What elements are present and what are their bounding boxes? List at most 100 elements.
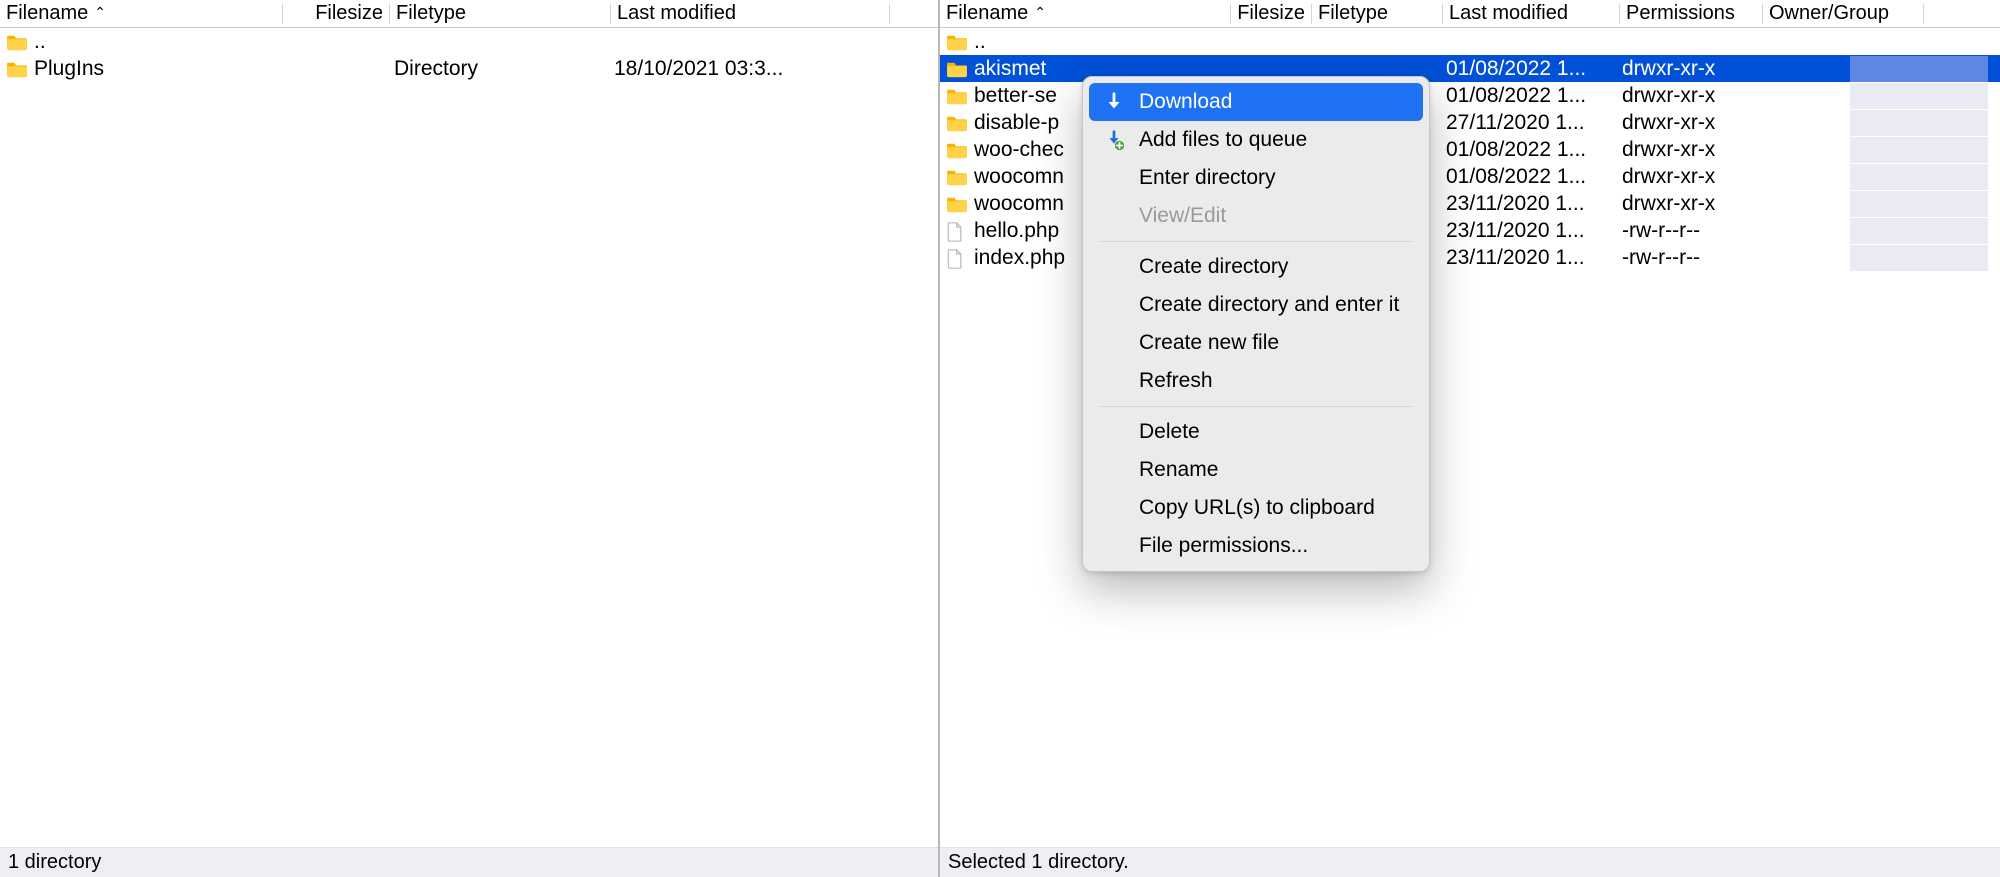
file-row[interactable]: .. bbox=[940, 28, 2000, 55]
col-label: Owner/Group bbox=[1769, 2, 1889, 25]
filename-text: woocomn bbox=[974, 192, 1064, 216]
menu-item-label: Enter directory bbox=[1139, 166, 1276, 190]
filename-text: PlugIns bbox=[34, 57, 104, 81]
folder-icon bbox=[946, 168, 968, 186]
remote-header: Filename ⌃ Filesize Filetype Last modifi… bbox=[940, 0, 2000, 28]
filename-text: disable-p bbox=[974, 111, 1059, 135]
owner-placeholder bbox=[1850, 110, 1988, 136]
local-file-list[interactable]: ..PlugInsDirectory18/10/2021 03:3... bbox=[0, 28, 938, 847]
menu-item-label: Download bbox=[1139, 90, 1232, 114]
filename-text: woo-chec bbox=[974, 138, 1064, 162]
col-label: Filename bbox=[946, 2, 1028, 25]
menu-item-file-permissions[interactable]: File permissions... bbox=[1083, 527, 1429, 565]
menu-item-label: Rename bbox=[1139, 458, 1218, 482]
owner-placeholder bbox=[1850, 83, 1988, 109]
col-filename[interactable]: Filename ⌃ bbox=[0, 0, 282, 27]
local-statusbar: 1 directory bbox=[0, 847, 938, 877]
local-pane: Filename ⌃ Filesize Filetype Last modifi… bbox=[0, 0, 940, 877]
folder-icon bbox=[6, 60, 28, 78]
menu-item-delete[interactable]: Delete bbox=[1083, 413, 1429, 451]
cell-permissions: drwxr-xr-x bbox=[1616, 111, 1758, 135]
status-text: Selected 1 directory. bbox=[948, 851, 1129, 874]
cell-permissions: drwxr-xr-x bbox=[1616, 138, 1758, 162]
col-filesize[interactable]: Filesize bbox=[1231, 0, 1311, 27]
owner-placeholder bbox=[1850, 191, 1988, 217]
sort-caret-icon: ⌃ bbox=[94, 4, 106, 21]
menu-item-rename[interactable]: Rename bbox=[1083, 451, 1429, 489]
filename-text: .. bbox=[34, 30, 46, 54]
cell-permissions: drwxr-xr-x bbox=[1616, 84, 1758, 108]
menu-item-label: Create new file bbox=[1139, 331, 1279, 355]
cell-permissions: drwxr-xr-x bbox=[1616, 165, 1758, 189]
file-icon bbox=[946, 222, 968, 240]
filename-text: woocomn bbox=[974, 165, 1064, 189]
file-row[interactable]: PlugInsDirectory18/10/2021 03:3... bbox=[0, 55, 938, 82]
download-icon bbox=[1103, 91, 1125, 113]
cell-modified: 18/10/2021 03:3... bbox=[608, 57, 886, 81]
folder-icon bbox=[946, 33, 968, 51]
col-separator[interactable] bbox=[1923, 4, 1924, 24]
menu-item-enter-directory[interactable]: Enter directory bbox=[1083, 159, 1429, 197]
col-filetype[interactable]: Filetype bbox=[1312, 0, 1442, 27]
menu-item-refresh[interactable]: Refresh bbox=[1083, 362, 1429, 400]
cell-filename: .. bbox=[940, 30, 1230, 54]
col-filetype[interactable]: Filetype bbox=[390, 0, 610, 27]
cell-permissions: drwxr-xr-x bbox=[1616, 57, 1758, 81]
col-label: Last modified bbox=[1449, 2, 1568, 25]
filename-text: akismet bbox=[974, 57, 1046, 81]
remote-statusbar: Selected 1 directory. bbox=[940, 847, 2000, 877]
col-modified[interactable]: Last modified bbox=[1443, 0, 1619, 27]
col-label: Last modified bbox=[617, 2, 736, 25]
owner-placeholder bbox=[1850, 218, 1988, 244]
filename-text: index.php bbox=[974, 246, 1065, 270]
menu-item-download[interactable]: Download bbox=[1089, 83, 1423, 121]
cell-modified: 23/11/2020 1... bbox=[1440, 192, 1616, 216]
menu-separator bbox=[1099, 406, 1413, 407]
owner-placeholder bbox=[1850, 137, 1988, 163]
add-to-queue-icon bbox=[1103, 129, 1125, 151]
col-label: Filesize bbox=[315, 2, 383, 25]
col-owner-group[interactable]: Owner/Group bbox=[1763, 0, 1923, 27]
menu-item-view-edit: View/Edit bbox=[1083, 197, 1429, 235]
cell-filename: .. bbox=[0, 30, 282, 54]
col-modified[interactable]: Last modified bbox=[611, 0, 889, 27]
col-label: Filename bbox=[6, 2, 88, 25]
cell-filename: PlugIns bbox=[0, 57, 282, 81]
cell-modified: 01/08/2022 1... bbox=[1440, 165, 1616, 189]
menu-item-create-new-file[interactable]: Create new file bbox=[1083, 324, 1429, 362]
cell-modified: 01/08/2022 1... bbox=[1440, 84, 1616, 108]
menu-item-label: Refresh bbox=[1139, 369, 1213, 393]
cell-modified: 23/11/2020 1... bbox=[1440, 219, 1616, 243]
col-filename[interactable]: Filename ⌃ bbox=[940, 0, 1230, 27]
filename-text: hello.php bbox=[974, 219, 1059, 243]
file-row[interactable]: .. bbox=[0, 28, 938, 55]
col-filesize[interactable]: Filesize bbox=[283, 0, 389, 27]
cell-modified: 01/08/2022 1... bbox=[1440, 138, 1616, 162]
cell-modified: 23/11/2020 1... bbox=[1440, 246, 1616, 270]
col-separator[interactable] bbox=[889, 4, 890, 24]
menu-item-label: Copy URL(s) to clipboard bbox=[1139, 496, 1375, 520]
col-label: Filetype bbox=[1318, 2, 1388, 25]
cell-modified: 27/11/2020 1... bbox=[1440, 111, 1616, 135]
menu-item-copy-url-s-to-clipboard[interactable]: Copy URL(s) to clipboard bbox=[1083, 489, 1429, 527]
menu-item-create-directory[interactable]: Create directory bbox=[1083, 248, 1429, 286]
owner-placeholder bbox=[1850, 56, 1988, 82]
menu-item-add-files-to-queue[interactable]: Add files to queue bbox=[1083, 121, 1429, 159]
status-text: 1 directory bbox=[8, 851, 101, 874]
folder-icon bbox=[946, 60, 968, 78]
file-icon bbox=[946, 249, 968, 267]
folder-icon bbox=[946, 195, 968, 213]
menu-item-label: Delete bbox=[1139, 420, 1200, 444]
cell-permissions: -rw-r--r-- bbox=[1616, 219, 1758, 243]
menu-separator bbox=[1099, 241, 1413, 242]
folder-icon bbox=[6, 33, 28, 51]
col-label: Permissions bbox=[1626, 2, 1735, 25]
cell-modified: 01/08/2022 1... bbox=[1440, 57, 1616, 81]
owner-placeholder bbox=[1850, 164, 1988, 190]
col-permissions[interactable]: Permissions bbox=[1620, 0, 1762, 27]
menu-item-label: Create directory bbox=[1139, 255, 1288, 279]
menu-item-create-directory-and-enter-it[interactable]: Create directory and enter it bbox=[1083, 286, 1429, 324]
folder-icon bbox=[946, 141, 968, 159]
filename-text: better-se bbox=[974, 84, 1057, 108]
menu-item-label: File permissions... bbox=[1139, 534, 1308, 558]
